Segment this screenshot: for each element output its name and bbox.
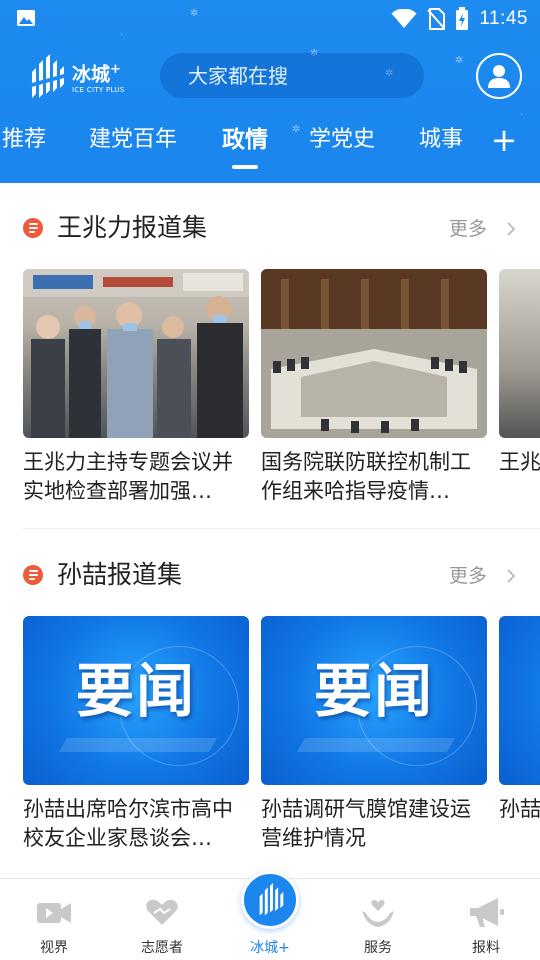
nav-label: 志愿者 <box>141 940 183 956</box>
news-card-title: 孙喆调研气膜馆建设运营维护情况 <box>261 797 471 850</box>
chevron-right-icon[interactable] <box>505 567 517 585</box>
news-thumbnail <box>261 269 487 438</box>
news-card-title: 国务院联防联控机制工作组来哈指导疫情… <box>261 450 471 503</box>
section-header: 王兆力报道集 更多 <box>0 208 540 248</box>
news-thumbnail <box>499 269 540 438</box>
nav-item-vision[interactable]: 视界 <box>0 879 108 960</box>
app-logo: 冰城+ ICE CITY PLUS <box>26 54 125 100</box>
nav-item-bingcheng[interactable]: 冰城+ <box>216 871 324 960</box>
heart-hands-icon <box>146 899 178 925</box>
nav-item-volunteer[interactable]: 志愿者 <box>108 879 216 960</box>
tab-politics[interactable]: 政情 <box>222 118 268 162</box>
news-card-title: 孙喆出席哈尔滨市高中校友企业家恳谈会… <box>23 797 233 850</box>
nav-label: 报料 <box>472 940 500 956</box>
thumbnail-headline: 要闻 <box>499 644 540 728</box>
no-sim-icon <box>427 8 446 30</box>
tab-party-centenary[interactable]: 建党百年 <box>89 118 177 162</box>
document-icon <box>23 218 43 238</box>
report-collection-section: 孙喆报道集 更多 要闻 孙喆出席哈尔滨市高中校友企业家恳谈会… 要闻 孙喆调研气… <box>0 555 540 875</box>
add-channel-button[interactable]: + <box>490 124 518 156</box>
bingcheng-home-button[interactable] <box>241 871 299 929</box>
bingcheng-logo-icon <box>259 883 284 916</box>
news-card[interactable]: 王兆力隆镇 <box>499 269 540 508</box>
news-card[interactable]: 要闻 孙喆调研气膜馆建设运营维护情况 <box>261 616 487 855</box>
search-input[interactable] <box>188 63 437 88</box>
logo-title: 冰城 <box>72 63 111 86</box>
gallery-notification-icon <box>17 10 35 26</box>
news-thumbnail <box>23 269 249 438</box>
report-collection-section: 王兆力报道集 更多 王兆力主持专题会议并实地检查部署加强… 国务院联防联控机制工… <box>0 208 540 528</box>
news-card-title: 王兆力隆镇 <box>499 450 540 474</box>
logo-subtitle: ICE CITY PLUS <box>72 86 125 95</box>
tab-party-history[interactable]: 学党史 <box>309 118 375 162</box>
wifi-icon <box>391 9 417 28</box>
user-icon <box>488 65 510 88</box>
channel-tabs: 推荐 建党百年 政情 学党史 城事 <box>0 118 540 169</box>
tab-recommend[interactable]: 推荐 <box>2 118 46 162</box>
thumbnail-headline: 要闻 <box>313 657 434 725</box>
content-feed[interactable]: 王兆力报道集 更多 王兆力主持专题会议并实地检查部署加强… 国务院联防联控机制工… <box>0 183 540 878</box>
battery-charging-icon <box>456 7 469 30</box>
section-title: 王兆力报道集 <box>57 213 208 242</box>
news-thumbnail: 要闻 <box>499 616 540 785</box>
chevron-right-icon[interactable] <box>505 220 517 238</box>
news-card-title: 孙喆行政 <box>499 797 540 821</box>
logo-plus: + <box>110 61 121 77</box>
section-divider <box>23 528 540 529</box>
clock-time: 11:45 <box>479 8 528 29</box>
nav-label: 冰城+ <box>250 940 290 956</box>
video-icon <box>37 903 71 923</box>
more-link[interactable]: 更多 <box>449 563 487 589</box>
news-thumbnail: 要闻 <box>261 616 487 785</box>
news-card[interactable]: 王兆力主持专题会议并实地检查部署加强… <box>23 269 249 508</box>
section-header: 孙喆报道集 更多 <box>0 555 540 595</box>
news-card[interactable]: 要闻 孙喆行政 <box>499 616 540 855</box>
section-title: 孙喆报道集 <box>57 560 183 589</box>
card-carousel[interactable]: 王兆力主持专题会议并实地检查部署加强… 国务院联防联控机制工作组来哈指导疫情… … <box>23 269 540 509</box>
bingcheng-logo-icon <box>28 54 64 98</box>
news-thumbnail: 要闻 <box>23 616 249 785</box>
document-icon <box>23 565 43 585</box>
search-bar[interactable] <box>160 53 437 98</box>
nav-item-report-tip[interactable]: 报料 <box>432 879 540 960</box>
active-tab-indicator <box>232 165 258 169</box>
thumbnail-headline: 要闻 <box>75 657 196 725</box>
megaphone-icon <box>470 898 504 927</box>
service-hands-icon <box>362 900 394 927</box>
nav-item-service[interactable]: 服务 <box>324 879 432 960</box>
news-card[interactable]: 国务院联防联控机制工作组来哈指导疫情… <box>261 269 487 508</box>
news-card-title: 王兆力主持专题会议并实地检查部署加强… <box>23 450 233 503</box>
user-profile-button[interactable] <box>476 53 522 99</box>
news-card[interactable]: 要闻 孙喆出席哈尔滨市高中校友企业家恳谈会… <box>23 616 249 855</box>
more-link[interactable]: 更多 <box>449 216 487 242</box>
tab-city-affairs[interactable]: 城事 <box>419 118 463 162</box>
nav-label: 服务 <box>364 940 392 956</box>
status-bar: 11:45 <box>0 0 540 38</box>
bottom-navigation: 视界 志愿者 冰城+ 服务 报料 <box>0 871 540 960</box>
card-carousel[interactable]: 要闻 孙喆出席哈尔滨市高中校友企业家恳谈会… 要闻 孙喆调研气膜馆建设运营维护情… <box>23 616 540 856</box>
nav-label: 视界 <box>40 940 68 956</box>
app-header: ✲ ✲ ✲ ✲ ✲ · · 11:45 冰城+ ICE CITY PLUS 大家… <box>0 0 540 183</box>
